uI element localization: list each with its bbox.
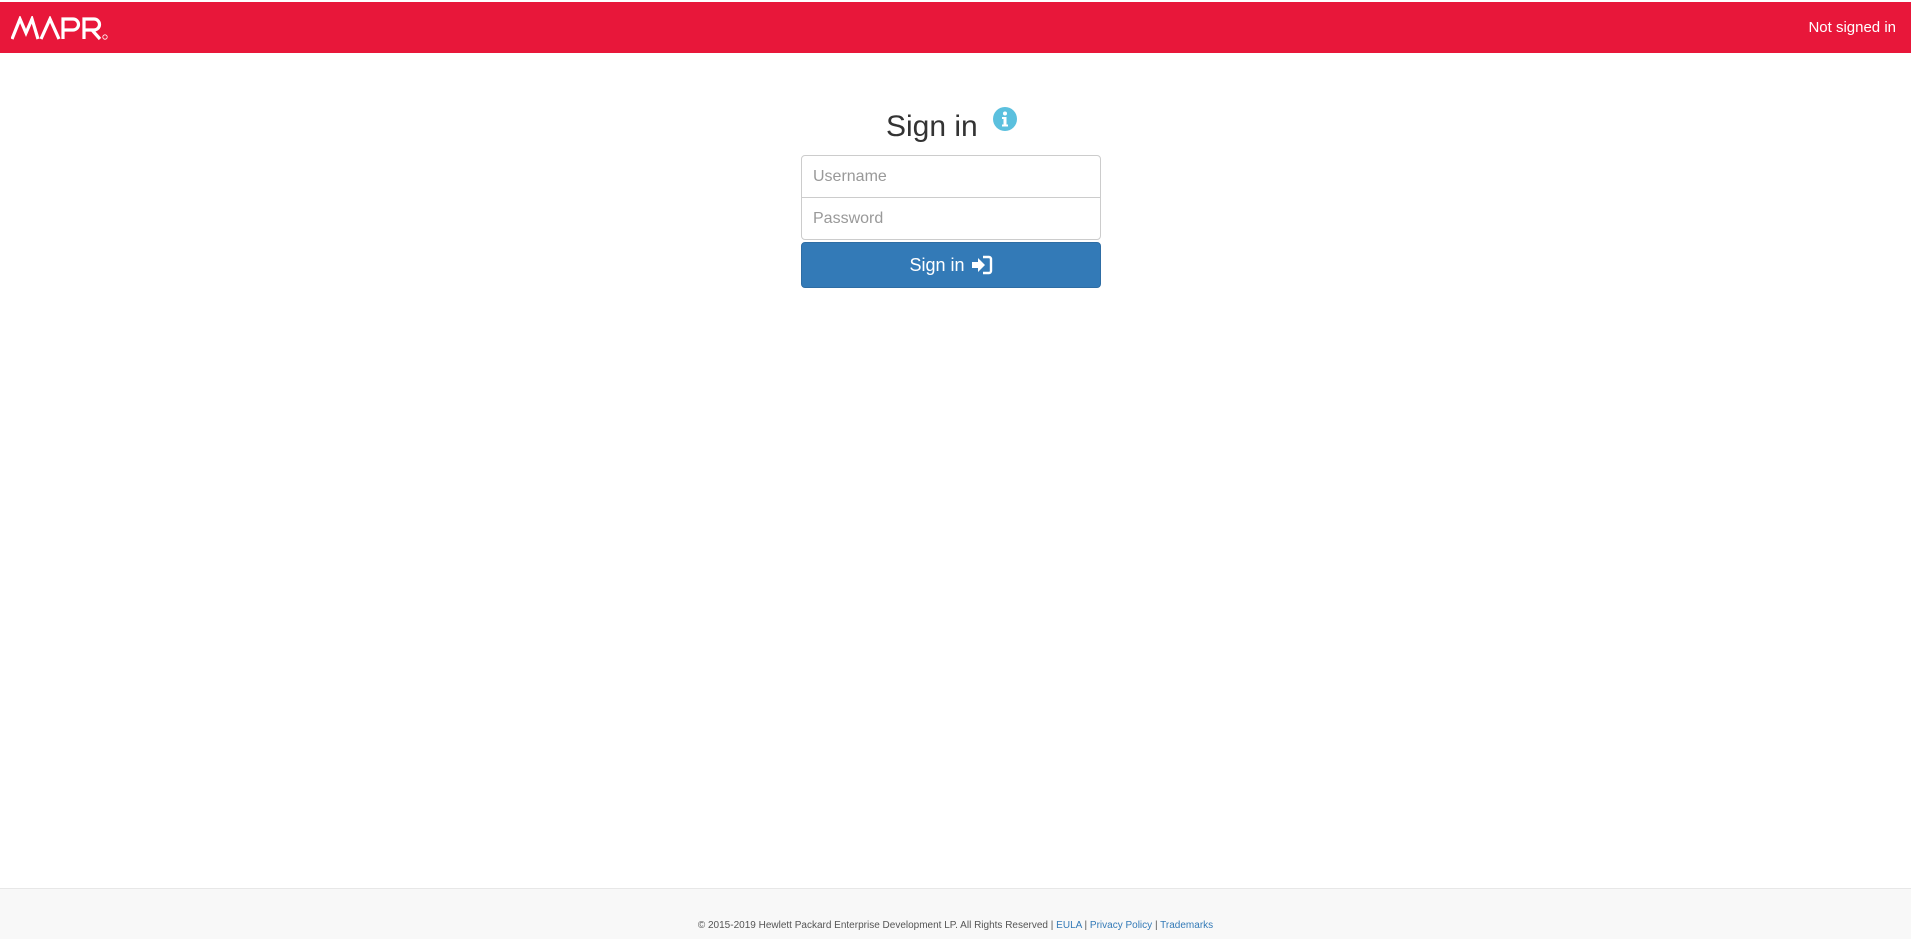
footer-separator: | (1154, 920, 1158, 931)
signin-title-row: Sign in (801, 106, 1101, 154)
footer-separator: | (1050, 920, 1054, 931)
signin-form: Sign in Sign in (801, 106, 1101, 288)
username-input[interactable] (801, 155, 1101, 198)
sign-in-icon (971, 255, 993, 275)
signin-button[interactable]: Sign in (801, 242, 1101, 288)
password-input[interactable] (801, 197, 1101, 240)
mapr-logo[interactable] (11, 16, 111, 42)
footer-text: © 2015-2019 Hewlett Packard Enterprise D… (0, 920, 1911, 931)
info-circle-icon[interactable] (992, 106, 1018, 132)
footer: © 2015-2019 Hewlett Packard Enterprise D… (0, 888, 1911, 939)
page-title: Sign in (886, 110, 978, 143)
privacy-policy-link[interactable]: Privacy Policy (1090, 920, 1152, 931)
trademarks-link[interactable]: Trademarks (1160, 920, 1213, 931)
footer-separator: | (1084, 920, 1088, 931)
signin-button-label: Sign in (909, 254, 965, 275)
signed-in-status: Not signed in (1808, 19, 1896, 36)
copyright-text: © 2015-2019 Hewlett Packard Enterprise D… (697, 920, 1048, 931)
top-navbar: Not signed in (0, 2, 1911, 53)
eula-link[interactable]: EULA (1056, 920, 1082, 931)
